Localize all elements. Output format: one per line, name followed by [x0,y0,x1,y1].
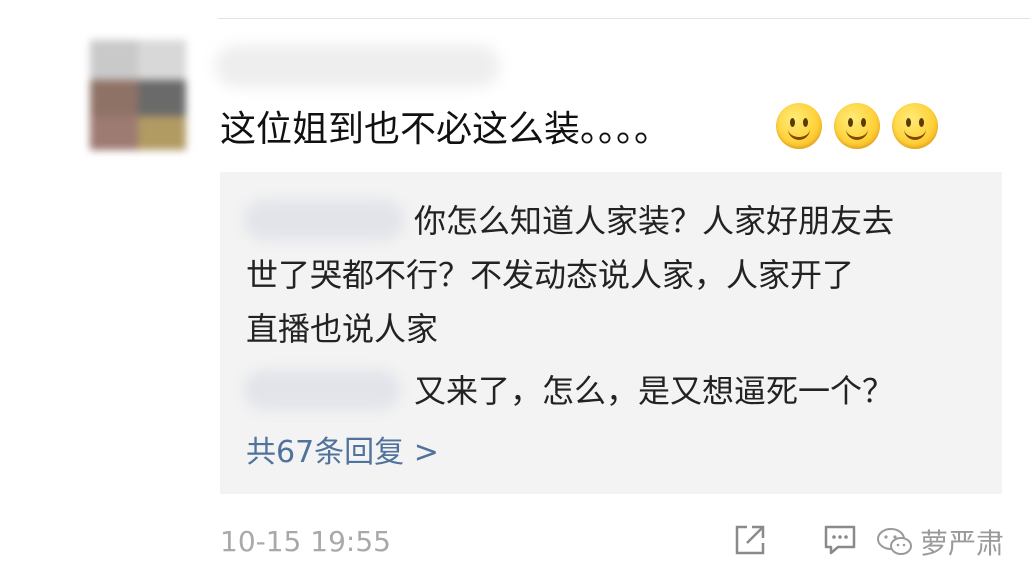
share-icon[interactable] [732,522,768,558]
emoji-row [776,103,938,149]
avatar[interactable] [90,40,186,150]
reply-text-line: 你怎么知道人家装？人家好朋友去 [414,202,895,240]
top-divider [218,18,1030,19]
smiley-face-icon [776,103,822,149]
reply-text-line: 直播也说人家 [246,310,439,348]
comment-text: 这位姐到也不必这么装。。。。 [220,109,671,150]
more-replies-link[interactable]: 共67条回复 > [246,426,439,480]
comment-icon[interactable] [822,522,858,558]
wechat-logo-icon [877,528,912,555]
smiley-face-icon [892,103,938,149]
reply-username-blurred[interactable] [244,200,404,240]
username-blurred[interactable] [215,45,500,87]
smiley-face-icon [834,103,880,149]
reply-text-line: 又来了，怎么，是又想逼死一个？ [414,372,895,410]
reply-username-blurred[interactable] [244,370,400,410]
timestamp: 10-15 19:55 [220,525,391,558]
watermark: 萝严肃 [876,520,1004,564]
watermark-text: 萝严肃 [920,527,1005,560]
reply-text-line: 世了哭都不行？不发动态说人家，人家开了 [246,256,855,294]
